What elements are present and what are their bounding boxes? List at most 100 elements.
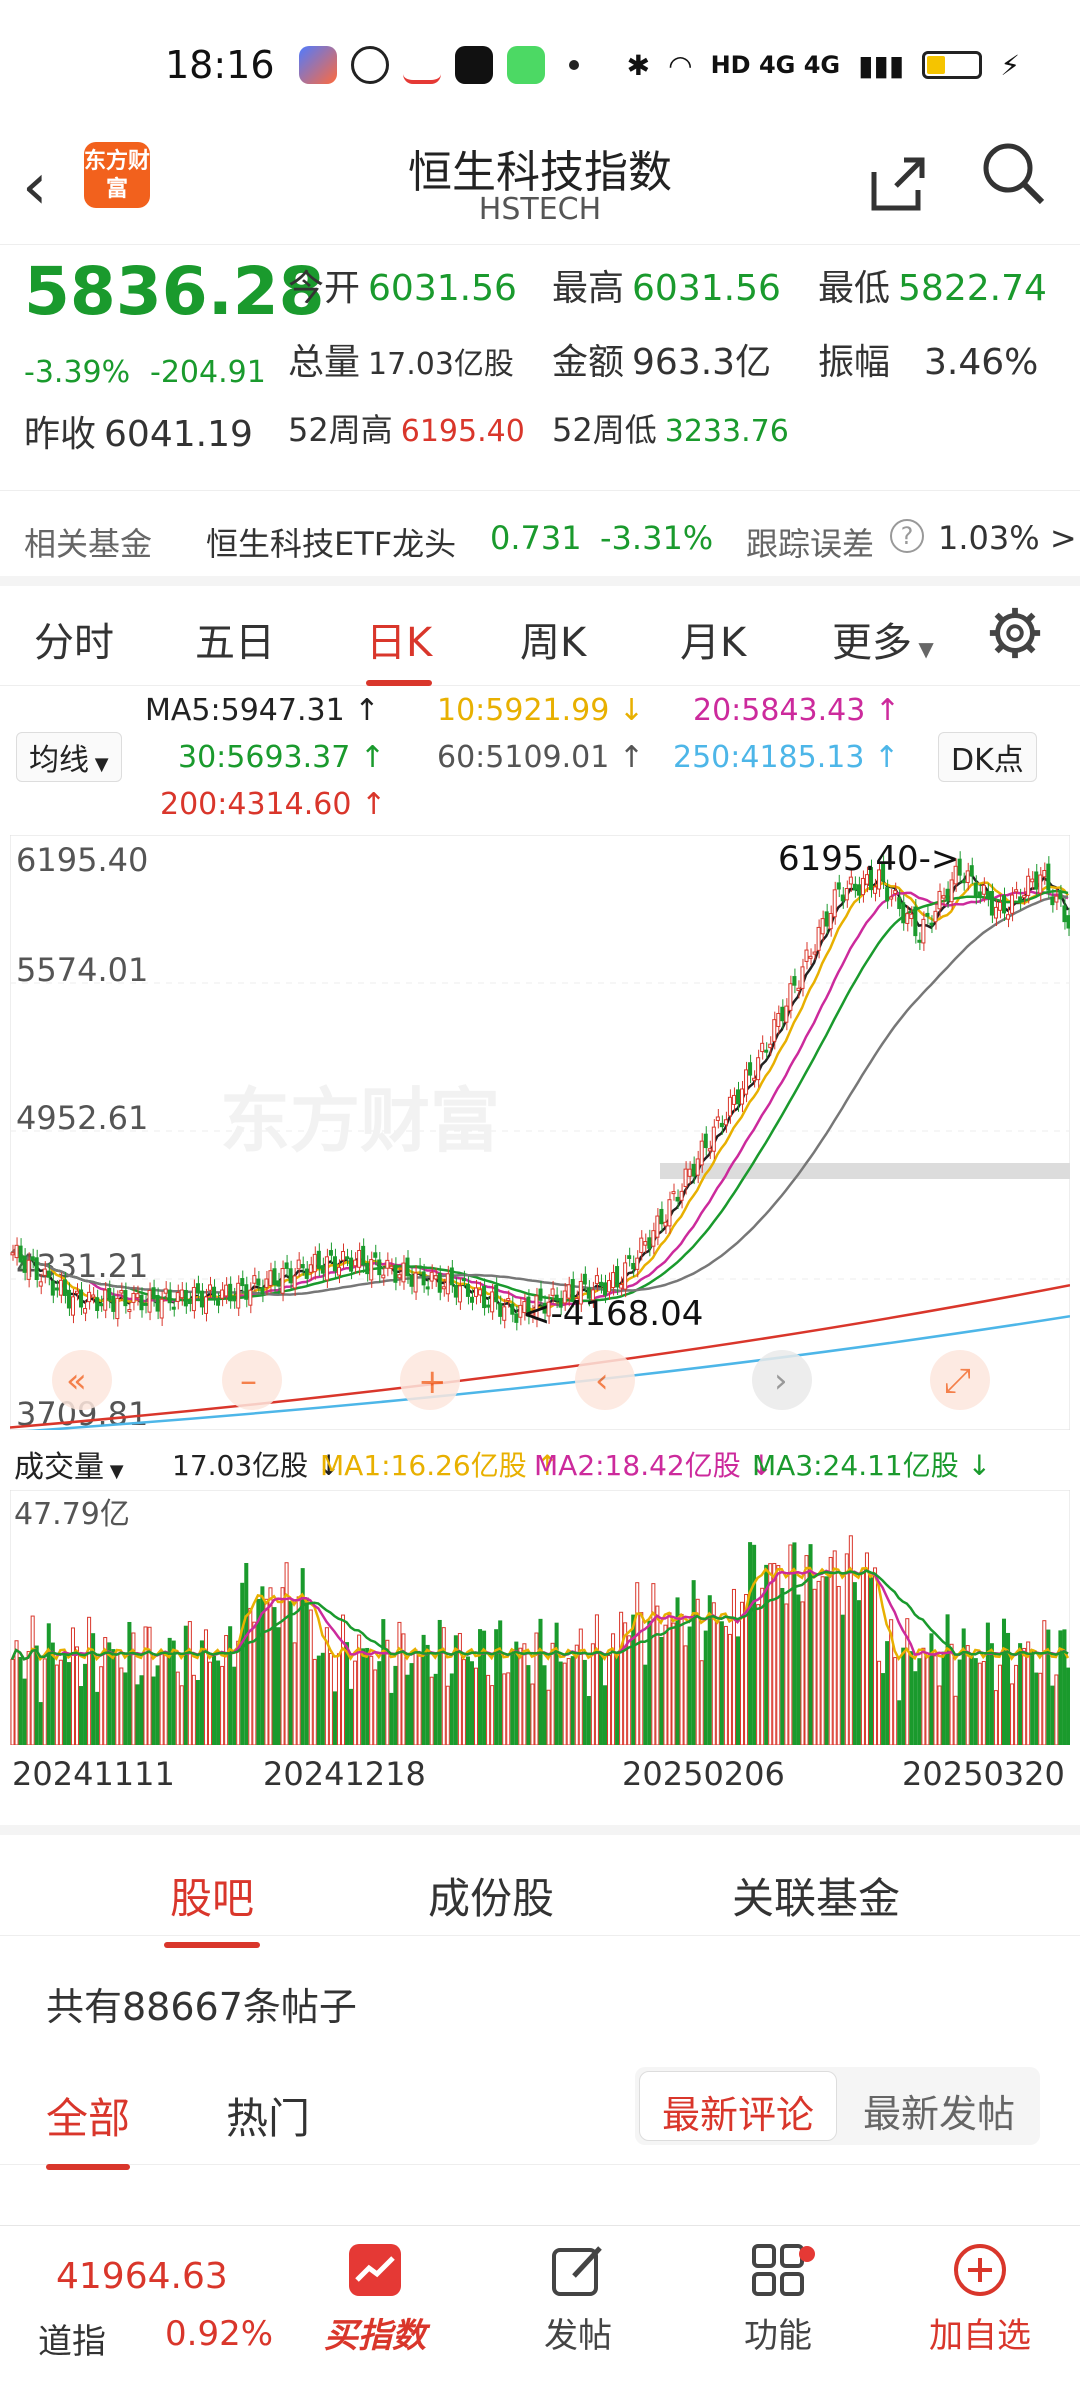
candle xyxy=(244,1284,249,1300)
volume-chart[interactable]: 47.79亿 xyxy=(10,1490,1070,1745)
tab-five-day[interactable]: 五日 xyxy=(195,610,275,668)
nav-post[interactable]: 发帖 xyxy=(503,2240,653,2357)
volume-bar xyxy=(139,1675,144,1745)
volume-bar xyxy=(34,1645,39,1745)
dow-value[interactable]: 41964.63 xyxy=(56,2256,228,2297)
candle xyxy=(707,1148,712,1152)
nav-buy-index[interactable]: 买指数 xyxy=(300,2240,450,2357)
volume-bar xyxy=(885,1641,890,1745)
volume-bar xyxy=(490,1685,495,1745)
volume-bar xyxy=(1038,1672,1043,1745)
candle xyxy=(840,894,845,902)
volume-bar xyxy=(361,1648,366,1745)
candle xyxy=(199,1290,204,1308)
volume-bar xyxy=(320,1652,325,1745)
candle xyxy=(816,926,821,951)
volume-bar xyxy=(909,1651,914,1745)
candle xyxy=(961,880,966,884)
tab-daily-k[interactable]: 日K xyxy=(366,610,433,686)
fund-name: 恒生科技ETF龙头 xyxy=(206,525,457,563)
kline-chart[interactable]: 东方财富 6195.40 5574.01 4952.61 4331.21 370… xyxy=(10,835,1070,1430)
candle xyxy=(46,1270,51,1278)
volume-bar xyxy=(1046,1629,1051,1745)
candle xyxy=(433,1275,438,1280)
volume-bar xyxy=(14,1640,19,1745)
volume-selector[interactable]: 成交量 ▼ xyxy=(14,1442,124,1486)
candle xyxy=(731,1094,736,1105)
candle xyxy=(203,1296,208,1314)
volume-bar xyxy=(897,1700,902,1745)
dk-point-button[interactable]: DK点 xyxy=(938,732,1037,782)
ma250-label: 250:4185.13 ↑ xyxy=(673,740,900,775)
candle xyxy=(324,1256,329,1281)
candle xyxy=(365,1262,370,1275)
grid-icon xyxy=(752,2244,804,2296)
volume-bar xyxy=(308,1609,313,1745)
tab-constituents[interactable]: 成份股 xyxy=(428,1865,554,1926)
wechat-icon xyxy=(350,46,389,84)
share-icon[interactable] xyxy=(866,152,930,216)
tab-more[interactable]: 更多 ▼ xyxy=(832,610,934,668)
candle xyxy=(30,1256,35,1261)
volume-bar xyxy=(54,1664,59,1745)
search-icon[interactable] xyxy=(978,138,1048,208)
volume-bar xyxy=(216,1660,221,1745)
ma-selector[interactable]: 均线 ▼ xyxy=(16,732,122,782)
candle xyxy=(824,911,829,927)
candle xyxy=(594,1275,599,1285)
volume-bar xyxy=(143,1626,148,1745)
candle xyxy=(643,1241,648,1246)
volume-bar xyxy=(836,1585,841,1745)
candle xyxy=(921,918,926,944)
app-icon xyxy=(298,46,337,84)
sort-latest-comment[interactable]: 最新评论 xyxy=(639,2071,837,2141)
candle xyxy=(131,1292,136,1303)
candle xyxy=(74,1290,80,1294)
volume-bar xyxy=(921,1647,926,1745)
help-icon[interactable]: ? xyxy=(890,519,924,553)
candle xyxy=(212,1286,217,1298)
volume-bar xyxy=(163,1651,168,1745)
w52-low-field: 52周低 3233.76 xyxy=(552,411,789,449)
volume-bar xyxy=(804,1555,809,1745)
candle xyxy=(635,1257,640,1270)
fund-pct: -3.31% xyxy=(600,519,714,557)
caret-down-icon: ▼ xyxy=(912,637,934,661)
candle xyxy=(159,1298,164,1319)
nav-add-watchlist[interactable]: 加自选 xyxy=(905,2240,1055,2357)
volume-bar xyxy=(917,1658,922,1745)
volume-bar xyxy=(195,1680,200,1745)
candle xyxy=(103,1289,108,1311)
related-fund-row[interactable]: 相关基金 恒生科技ETF龙头 0.731 -3.31% 跟踪误差 ? 1.03%… xyxy=(0,490,1080,586)
tab-intraday[interactable]: 分时 xyxy=(34,610,114,668)
prev-close-field: 昨收 6041.19 xyxy=(24,414,253,455)
candle xyxy=(788,983,793,1011)
wifi-icon: ◠ xyxy=(668,48,693,82)
tab-weekly-k[interactable]: 周K xyxy=(520,610,586,668)
candle xyxy=(582,1273,587,1285)
tab-all[interactable]: 全部 xyxy=(46,2085,131,2170)
volume-bar xyxy=(933,1655,938,1745)
tab-monthly-k[interactable]: 月K xyxy=(680,610,746,668)
nav-functions[interactable]: 功能 xyxy=(703,2240,853,2357)
volume-bar xyxy=(780,1587,785,1745)
volume-bar xyxy=(607,1655,612,1745)
candle xyxy=(784,1005,789,1023)
candle xyxy=(506,1298,511,1302)
candle xyxy=(401,1262,406,1283)
last-price: 5836.28 xyxy=(24,253,325,330)
volume-bar xyxy=(405,1674,410,1745)
sort-latest-post[interactable]: 最新发帖 xyxy=(863,2083,1015,2138)
caret-down-icon: ▼ xyxy=(89,754,109,775)
gear-icon[interactable] xyxy=(986,604,1044,662)
candle xyxy=(812,951,817,955)
candle xyxy=(494,1285,499,1303)
volume-bar xyxy=(860,1568,865,1745)
tab-guba[interactable]: 股吧 xyxy=(163,1865,261,1948)
tab-hot[interactable]: 热门 xyxy=(226,2085,310,2146)
candle xyxy=(207,1284,213,1291)
tab-related-funds[interactable]: 关联基金 xyxy=(732,1865,900,1926)
candle xyxy=(913,906,918,937)
candle xyxy=(83,1308,88,1314)
candle xyxy=(768,1043,773,1049)
